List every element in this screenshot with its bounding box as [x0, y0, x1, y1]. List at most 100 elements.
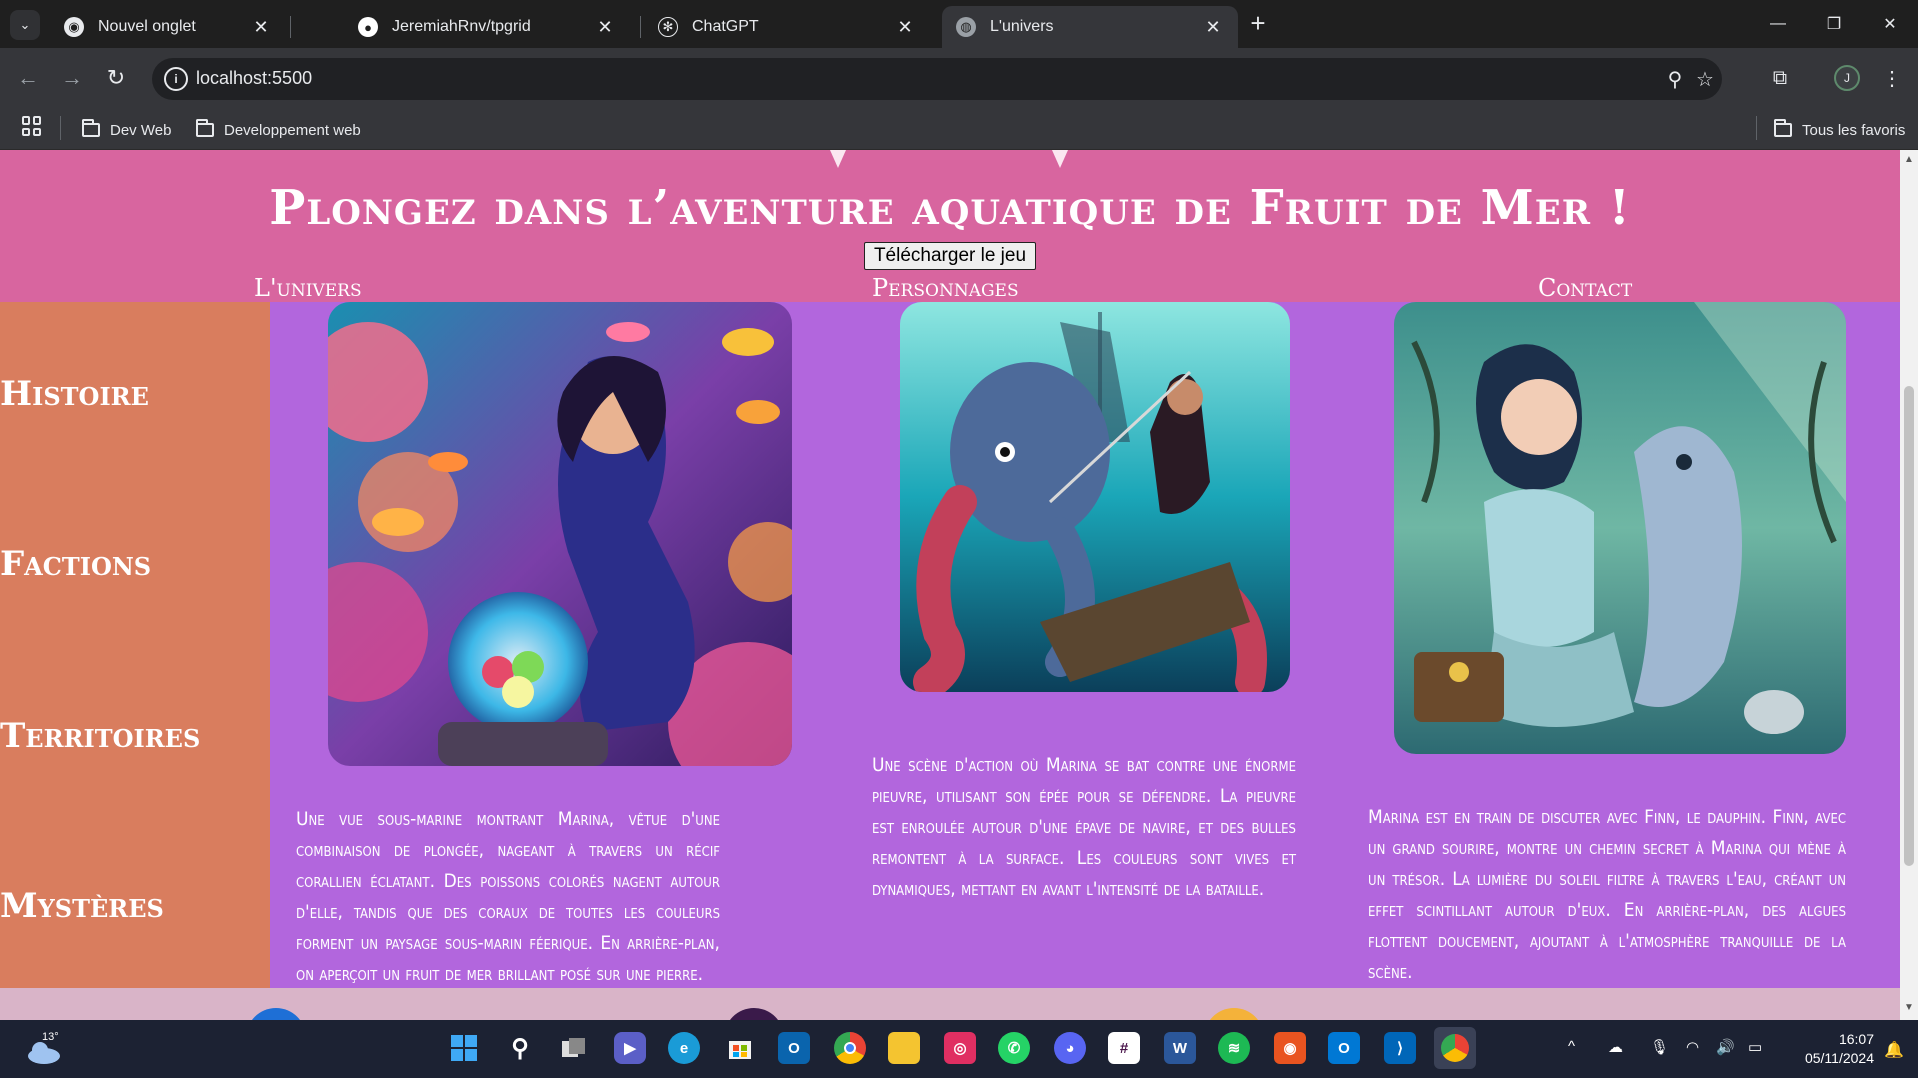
- chrome-icon: ◉: [64, 17, 84, 37]
- apps-grid-icon[interactable]: [22, 116, 42, 136]
- marina-dolphin-image: [1394, 302, 1846, 754]
- bookmarks-bar: Dev Web Developpement web Tous les favor…: [0, 110, 1918, 150]
- edge-icon[interactable]: e: [668, 1032, 700, 1064]
- reload-icon: ↻: [106, 65, 126, 90]
- scroll-up-arrow[interactable]: ▲: [1903, 154, 1915, 166]
- spotify-icon[interactable]: ≋: [1218, 1032, 1250, 1064]
- tab-label: Nouvel onglet: [98, 18, 196, 35]
- nav-link-contact[interactable]: Contact: [1538, 274, 1632, 302]
- close-window-button[interactable]: ✕: [1868, 8, 1912, 40]
- discord-icon[interactable]: ◕: [1054, 1032, 1086, 1064]
- card-description-1: Une vue sous-marine montrant Marina, vêt…: [296, 808, 720, 985]
- bookmark-developpement-web[interactable]: Developpement web: [196, 118, 361, 142]
- minimize-button[interactable]: —: [1756, 8, 1800, 40]
- bookmark-star-icon[interactable]: ☆: [1692, 66, 1718, 92]
- volume-icon[interactable]: 🔊: [1716, 1038, 1735, 1056]
- globe-icon: ◍: [956, 17, 976, 37]
- sidebar: Histoire Factions Territoires Mystères: [0, 302, 270, 988]
- restore-button[interactable]: ❐: [1812, 8, 1856, 40]
- tab-new-tab[interactable]: ◉ Nouvel onglet ✕: [50, 6, 286, 48]
- ubuntu-icon[interactable]: ◉: [1274, 1032, 1306, 1064]
- chevron-down-icon: ⌄: [19, 17, 31, 32]
- card-description-2: Une scène d'action où Marina se bat cont…: [872, 754, 1296, 900]
- tab-chatgpt[interactable]: ✻ ChatGPT ✕: [644, 6, 930, 48]
- menu-icon[interactable]: ⋮: [1876, 62, 1908, 94]
- nav-link-univers[interactable]: L'univers: [254, 274, 362, 302]
- close-icon[interactable]: ✕: [1202, 17, 1224, 38]
- file-explorer-icon[interactable]: [888, 1032, 920, 1064]
- wifi-icon[interactable]: ◠: [1686, 1038, 1699, 1056]
- page-scrollbar[interactable]: ▲ ▼: [1900, 150, 1918, 1020]
- outlook-icon[interactable]: O: [778, 1032, 810, 1064]
- header-decoration: [1052, 150, 1068, 168]
- nav-link-personnages[interactable]: Personnages: [872, 274, 1019, 302]
- search-icon[interactable]: ⚲: [504, 1032, 536, 1064]
- battery-icon[interactable]: ▭: [1748, 1038, 1762, 1056]
- zoom-icon[interactable]: ⚲: [1662, 66, 1688, 92]
- chatgpt-icon: ✻: [658, 17, 678, 37]
- slack-icon[interactable]: #: [1108, 1032, 1140, 1064]
- weather-widget[interactable]: 13°: [24, 1030, 64, 1070]
- close-icon[interactable]: ✕: [594, 17, 616, 38]
- browser-toolbar: ← → ↻ i localhost:5500 ⚲ ☆ ⧉ J ⋮: [0, 48, 1918, 110]
- restore-icon: ❐: [1826, 16, 1842, 33]
- sidebar-link-histoire[interactable]: Histoire: [0, 374, 149, 414]
- folder-icon: [82, 119, 100, 137]
- tab-search-button[interactable]: ⌄: [10, 10, 40, 40]
- folder-icon: [196, 119, 214, 137]
- onedrive-icon[interactable]: ☁: [1608, 1038, 1623, 1056]
- chrome-profile-icon[interactable]: [1434, 1027, 1476, 1069]
- whatsapp-icon[interactable]: ✆: [998, 1032, 1030, 1064]
- site-info-icon[interactable]: i: [164, 67, 188, 91]
- sidebar-link-mysteres[interactable]: Mystères: [0, 886, 164, 926]
- task-view-icon[interactable]: [558, 1032, 590, 1064]
- header-decoration: [830, 150, 846, 168]
- tab-github[interactable]: ● JeremiahRnv/tpgrid ✕: [344, 6, 630, 48]
- arrow-right-icon: →: [61, 65, 83, 90]
- reload-button[interactable]: ↻: [100, 62, 132, 94]
- address-bar[interactable]: i localhost:5500 ⚲ ☆: [152, 58, 1722, 100]
- all-bookmarks-label: Tous les favoris: [1802, 121, 1906, 139]
- tab-label: ChatGPT: [692, 18, 759, 35]
- clock-date: 05/11/2024: [1804, 1050, 1874, 1066]
- close-icon: ✕: [1883, 16, 1897, 33]
- profile-avatar[interactable]: J: [1834, 65, 1860, 91]
- vscode-icon[interactable]: ⟩: [1384, 1032, 1416, 1064]
- scroll-down-arrow[interactable]: ▼: [1903, 1002, 1915, 1014]
- notification-bell-icon[interactable]: 🔔: [1884, 1040, 1904, 1060]
- tab-separator: [290, 16, 291, 38]
- word-icon[interactable]: W: [1164, 1032, 1196, 1064]
- tab-separator: [640, 16, 641, 38]
- sidebar-link-factions[interactable]: Factions: [0, 544, 151, 584]
- store-icon[interactable]: [724, 1032, 756, 1064]
- scrollbar-thumb[interactable]: [1904, 386, 1914, 866]
- bookmark-label: Developpement web: [224, 121, 361, 139]
- bookmark-label: Dev Web: [110, 121, 172, 139]
- close-icon[interactable]: ✕: [250, 17, 272, 38]
- all-bookmarks[interactable]: Tous les favoris: [1774, 118, 1905, 142]
- main-content: Une vue sous-marine montrant Marina, vêt…: [270, 302, 1900, 988]
- sidebar-link-territoires[interactable]: Territoires: [0, 716, 200, 756]
- system-clock[interactable]: 16:07 05/11/2024: [1805, 1030, 1874, 1068]
- bookmark-dev-web[interactable]: Dev Web: [82, 118, 171, 142]
- new-tab-button[interactable]: +: [1244, 10, 1272, 38]
- close-icon[interactable]: ✕: [894, 17, 916, 38]
- start-icon[interactable]: [448, 1032, 480, 1064]
- url-text[interactable]: localhost:5500: [196, 68, 312, 89]
- teams-icon[interactable]: ▶: [614, 1032, 646, 1064]
- download-game-button[interactable]: Télécharger le jeu: [864, 242, 1036, 270]
- chevron-up-icon[interactable]: ^: [1568, 1038, 1575, 1055]
- creative-cloud-icon[interactable]: ◎: [944, 1032, 976, 1064]
- extensions-icon[interactable]: ⧉: [1764, 62, 1796, 94]
- forward-button[interactable]: →: [56, 62, 88, 94]
- bookmark-separator: [1756, 116, 1757, 140]
- page-title: Plongez dans l’aventure aquatique de Fru…: [269, 180, 1631, 236]
- chrome-icon[interactable]: [834, 1032, 866, 1064]
- marina-octopus-battle-image: [900, 302, 1290, 692]
- microphone-icon[interactable]: 🎙: [1650, 1038, 1669, 1056]
- back-button[interactable]: ←: [12, 62, 44, 94]
- site-header: Plongez dans l’aventure aquatique de Fru…: [0, 150, 1900, 302]
- outlook-new-icon[interactable]: O: [1328, 1032, 1360, 1064]
- tab-univers[interactable]: ◍ L'univers ✕: [942, 6, 1238, 48]
- tab-strip: ⌄ ◉ Nouvel onglet ✕ ● JeremiahRnv/tpgrid…: [0, 0, 1918, 48]
